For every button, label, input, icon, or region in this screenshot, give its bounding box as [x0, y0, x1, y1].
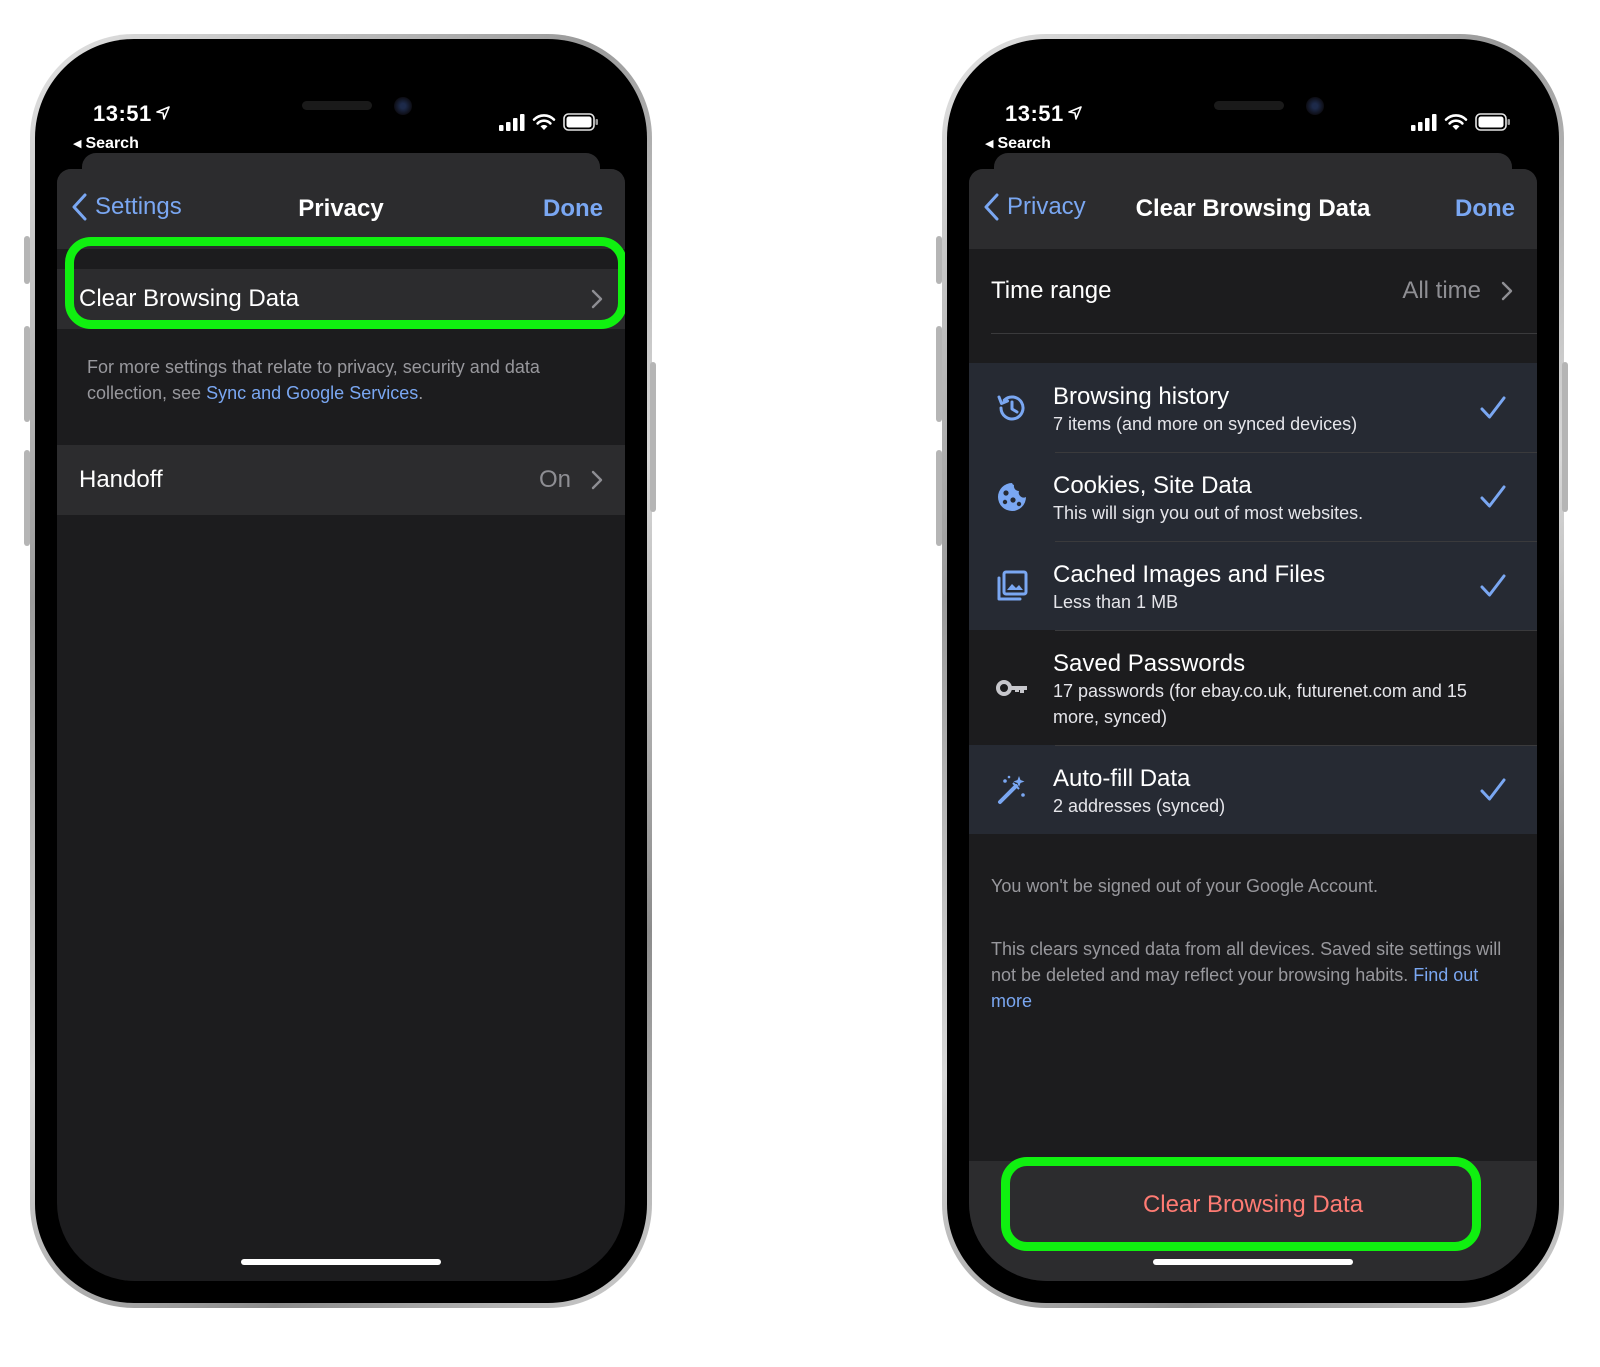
home-indicator[interactable] — [1153, 1259, 1353, 1265]
checkmark-icon — [1473, 541, 1513, 630]
camera — [1306, 97, 1324, 115]
phone-clear-browsing-data: 13:51 ◀ Search Privacy Clear Browsing Dat… — [942, 34, 1564, 1308]
row-label: Time range — [991, 277, 1112, 304]
screen: 13:51 ◀ Search Settings Privacy Done Cle… — [57, 61, 625, 1281]
time-range-value: All time — [1402, 277, 1481, 304]
wifi-icon — [532, 114, 556, 130]
volume-up-button — [24, 326, 30, 422]
wifi-icon — [1444, 114, 1468, 130]
history-icon — [991, 363, 1033, 452]
privacy-sheet: Settings Privacy Done Clear Browsing Dat… — [57, 169, 625, 1281]
volume-down-button — [936, 450, 942, 546]
signal-icon — [1411, 114, 1437, 131]
chevron-right-icon — [591, 470, 603, 490]
side-button — [1562, 362, 1568, 512]
option-browsing-history[interactable]: Browsing history 7 items (and more on sy… — [969, 363, 1537, 452]
battery-icon — [1475, 113, 1510, 131]
battery-icon — [563, 113, 598, 131]
location-arrow-icon — [1067, 106, 1082, 120]
note-synced-data: This clears synced data from all devices… — [991, 939, 1502, 1011]
back-button-settings[interactable]: Settings — [71, 193, 182, 221]
checkmark-icon — [1473, 452, 1513, 541]
phone-privacy: 13:51 ◀ Search Settings Privacy Done Cle… — [30, 34, 652, 1308]
side-button — [650, 362, 656, 512]
option-label: Saved Passwords — [1053, 650, 1246, 677]
option-detail: 7 items (and more on synced devices) — [1053, 414, 1358, 434]
option-auto-fill-data[interactable]: Auto-fill Data 2 addresses (synced) — [969, 745, 1537, 834]
key-icon — [991, 630, 1033, 745]
volume-down-button — [24, 450, 30, 546]
option-cached-images-files[interactable]: Cached Images and Files Less than 1 MB — [969, 541, 1537, 630]
chevron-right-icon — [1501, 281, 1513, 301]
speaker — [1214, 101, 1284, 110]
chevron-left-icon — [984, 193, 999, 221]
handoff-value: On — [538, 466, 571, 493]
screen: 13:51 ◀ Search Privacy Clear Browsing Dat… — [969, 61, 1537, 1281]
done-button[interactable]: Done — [1455, 195, 1515, 223]
cookie-icon — [991, 452, 1033, 541]
camera — [394, 97, 412, 115]
back-triangle-icon: ◀ — [73, 138, 82, 150]
note-signed-out: You won't be signed out of your Google A… — [991, 876, 1379, 896]
silent-switch — [24, 236, 30, 284]
location-arrow-icon — [155, 106, 170, 120]
back-button-privacy[interactable]: Privacy — [983, 193, 1086, 221]
nav-bar: Privacy Clear Browsing Data Done — [969, 169, 1537, 249]
clear-browsing-data-button[interactable]: Clear Browsing Data — [1015, 1175, 1491, 1235]
speaker — [302, 101, 372, 110]
option-label: Cookies, Site Data — [1053, 472, 1252, 499]
signal-icon — [499, 114, 525, 131]
back-to-app[interactable]: ◀ Search — [985, 135, 1051, 153]
row-label: Handoff — [79, 466, 163, 493]
back-triangle-icon: ◀ — [985, 138, 994, 150]
option-detail: Less than 1 MB — [1053, 592, 1179, 612]
time-range-row[interactable]: Time range All time — [969, 249, 1537, 333]
checkmark-icon — [1473, 745, 1513, 834]
option-label: Auto-fill Data — [1053, 765, 1191, 792]
option-label: Browsing history — [1053, 383, 1230, 410]
images-icon — [991, 541, 1033, 630]
status-time: 13:51 — [93, 101, 152, 126]
nav-bar: Settings Privacy Done — [57, 169, 625, 249]
option-label: Cached Images and Files — [1053, 561, 1326, 588]
checkmark-icon — [1473, 363, 1513, 452]
magic-wand-icon — [991, 745, 1033, 834]
status-time: 13:51 — [1005, 101, 1064, 126]
option-detail: 17 passwords (for ebay.co.uk, futurenet.… — [1053, 681, 1467, 727]
home-indicator[interactable] — [241, 1259, 441, 1265]
silent-switch — [936, 236, 942, 284]
chevron-right-icon — [591, 289, 603, 309]
sync-google-services-link[interactable]: Sync and Google Services — [206, 383, 418, 403]
clear-browsing-data-sheet: Privacy Clear Browsing Data Done Time ra… — [969, 169, 1537, 1281]
done-button[interactable]: Done — [543, 195, 603, 223]
volume-up-button — [936, 326, 942, 422]
chevron-left-icon — [72, 193, 87, 221]
option-cookies-site-data[interactable]: Cookies, Site Data This will sign you ou… — [969, 452, 1537, 541]
option-detail: 2 addresses (synced) — [1053, 796, 1226, 816]
row-label: Clear Browsing Data — [79, 285, 300, 312]
privacy-footer: For more settings that relate to privacy… — [87, 357, 540, 403]
option-saved-passwords[interactable]: Saved Passwords 17 passwords (for ebay.c… — [969, 630, 1537, 745]
option-detail: This will sign you out of most websites. — [1053, 503, 1364, 523]
handoff-row[interactable]: Handoff On — [57, 445, 625, 515]
back-to-app[interactable]: ◀ Search — [73, 135, 139, 153]
clear-browsing-data-row[interactable]: Clear Browsing Data — [57, 269, 625, 329]
